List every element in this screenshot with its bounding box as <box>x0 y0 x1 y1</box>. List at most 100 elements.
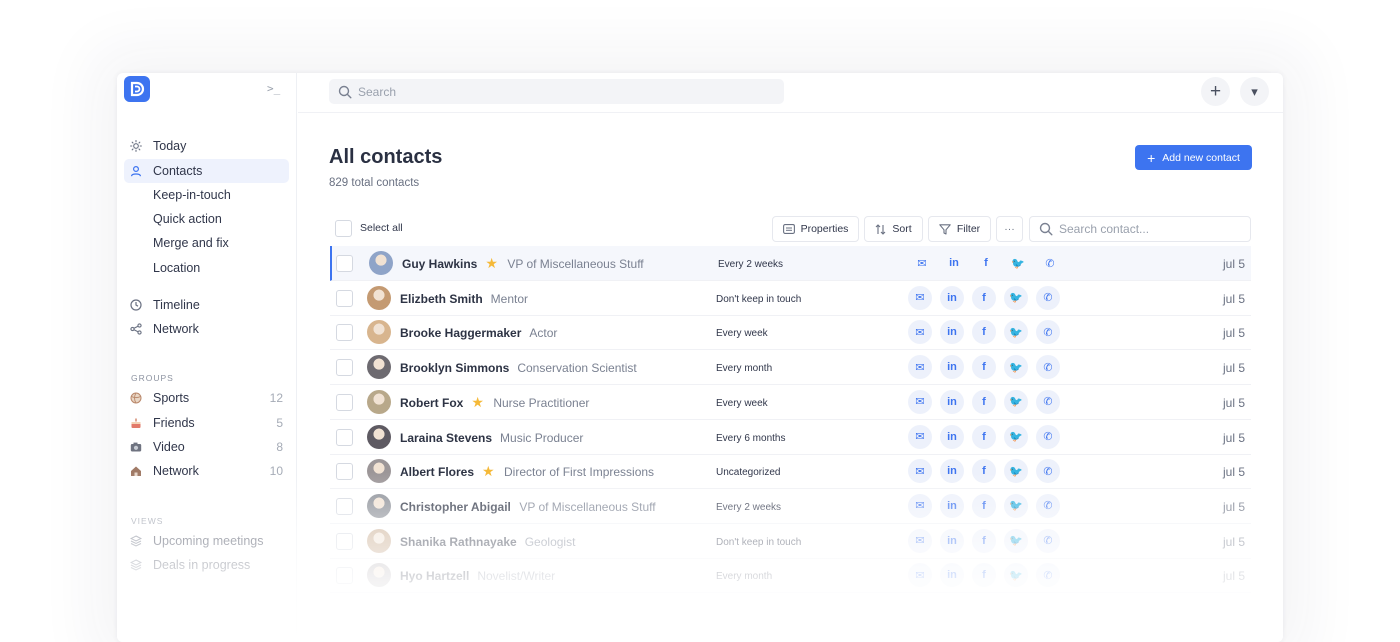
sort-button[interactable]: Sort <box>864 216 923 242</box>
whatsapp-icon[interactable]: ✆ <box>1036 459 1060 484</box>
avatar[interactable] <box>367 389 391 414</box>
facebook-icon[interactable]: f <box>972 355 996 380</box>
contact-name[interactable]: Brooklyn Simmons <box>400 361 509 375</box>
linkedin-icon[interactable]: in <box>940 459 964 484</box>
facebook-icon[interactable]: f <box>972 424 996 449</box>
twitter-icon[interactable]: 🐦 <box>1004 459 1028 484</box>
contact-name[interactable]: Robert Fox <box>400 396 463 410</box>
contact-name[interactable]: Christopher Abigail <box>400 500 511 514</box>
twitter-icon[interactable]: 🐦 <box>1004 528 1028 553</box>
more-options-button[interactable]: ··· <box>996 216 1023 242</box>
facebook-icon[interactable]: f <box>972 459 996 484</box>
linkedin-icon[interactable]: in <box>940 355 964 380</box>
twitter-icon[interactable]: 🐦 <box>1004 285 1028 310</box>
twitter-icon[interactable]: 🐦 <box>1004 320 1028 345</box>
mail-icon[interactable]: ✉ <box>908 424 932 449</box>
row-checkbox[interactable] <box>336 289 353 307</box>
mail-icon[interactable]: ✉ <box>908 320 932 345</box>
table-row[interactable]: Christopher Abigail VP of Miscellaneous S… <box>330 489 1251 524</box>
properties-button[interactable]: Properties <box>772 216 859 242</box>
avatar[interactable] <box>367 355 391 380</box>
keep-in-touch-frequency[interactable]: Every month <box>716 363 772 374</box>
avatar[interactable] <box>367 528 391 553</box>
account-menu-button[interactable]: ▾ <box>1240 77 1269 106</box>
whatsapp-icon[interactable]: ✆ <box>1036 389 1060 414</box>
row-checkbox[interactable] <box>336 393 353 411</box>
star-icon[interactable]: ★ <box>485 256 498 270</box>
twitter-icon[interactable]: 🐦 <box>1004 355 1028 380</box>
contact-name[interactable]: Elizbeth Smith <box>400 292 483 306</box>
add-new-contact-button[interactable]: + Add new contact <box>1135 145 1252 170</box>
sidebar-item-today[interactable]: Today <box>124 134 289 158</box>
app-logo[interactable] <box>124 76 150 102</box>
keep-in-touch-frequency[interactable]: Every 2 weeks <box>718 259 783 270</box>
sidebar-item-timeline[interactable]: Timeline <box>124 293 289 317</box>
whatsapp-icon[interactable]: ✆ <box>1036 493 1060 518</box>
table-row[interactable]: Brooklyn Simmons Conservation Scientist E… <box>330 350 1251 386</box>
avatar[interactable] <box>367 285 391 310</box>
row-checkbox[interactable] <box>336 428 353 446</box>
avatar[interactable] <box>367 563 391 588</box>
sidebar-item-keep-in-touch[interactable]: Keep-in-touch <box>124 183 289 207</box>
facebook-icon[interactable]: f <box>972 320 996 345</box>
keep-in-touch-frequency[interactable]: Uncategorized <box>716 467 780 478</box>
linkedin-icon[interactable]: in <box>940 320 964 345</box>
collapse-sidebar-icon[interactable]: >_ <box>267 82 280 95</box>
keep-in-touch-frequency[interactable]: Don't keep in touch <box>716 294 801 305</box>
avatar[interactable] <box>369 251 393 275</box>
table-row[interactable]: Laraina Stevens Music Producer Every 6 mo… <box>330 420 1251 455</box>
sidebar-item-location[interactable]: Location <box>124 256 289 280</box>
contact-name[interactable]: Albert Flores <box>400 465 474 479</box>
select-all-checkbox[interactable] <box>335 220 352 237</box>
linkedin-icon[interactable]: in <box>940 563 964 588</box>
table-row[interactable]: Albert Flores ★ Director of First Impressi… <box>330 454 1251 490</box>
group-item-video[interactable]: Video 8 <box>124 435 289 459</box>
twitter-icon[interactable]: 🐦 <box>1006 251 1030 275</box>
mail-icon[interactable]: ✉ <box>908 563 932 588</box>
table-row[interactable]: Guy Hawkins ★ VP of Miscellaneous Stuff Ev… <box>330 246 1251 281</box>
sidebar-item-quick-action[interactable]: Quick action <box>124 207 289 231</box>
row-checkbox[interactable] <box>336 463 353 481</box>
linkedin-icon[interactable]: in <box>942 251 966 275</box>
facebook-icon[interactable]: f <box>974 251 998 275</box>
contact-name[interactable]: Hyo Hartzell <box>400 569 469 583</box>
avatar[interactable] <box>367 320 391 345</box>
keep-in-touch-frequency[interactable]: Every month <box>716 571 772 582</box>
mail-icon[interactable]: ✉ <box>908 528 932 553</box>
mail-icon[interactable]: ✉ <box>908 285 932 310</box>
global-search-input[interactable]: Search <box>329 79 784 104</box>
filter-button[interactable]: Filter <box>928 216 991 242</box>
whatsapp-icon[interactable]: ✆ <box>1036 355 1060 380</box>
row-checkbox[interactable] <box>336 255 353 272</box>
whatsapp-icon[interactable]: ✆ <box>1036 528 1060 553</box>
mail-icon[interactable]: ✉ <box>908 493 932 518</box>
table-row[interactable]: Brooke Haggermaker Actor Every week ✉ in f 🐦… <box>330 315 1251 351</box>
group-item-friends[interactable]: Friends 5 <box>124 411 289 435</box>
mail-icon[interactable]: ✉ <box>910 251 934 275</box>
facebook-icon[interactable]: f <box>972 528 996 553</box>
linkedin-icon[interactable]: in <box>940 493 964 518</box>
linkedin-icon[interactable]: in <box>940 285 964 310</box>
star-icon[interactable]: ★ <box>482 464 495 478</box>
facebook-icon[interactable]: f <box>972 389 996 414</box>
keep-in-touch-frequency[interactable]: Every 6 months <box>716 433 785 444</box>
search-contact-input[interactable]: Search contact... <box>1029 216 1251 242</box>
keep-in-touch-frequency[interactable]: Every week <box>716 398 768 409</box>
row-checkbox[interactable] <box>336 497 353 515</box>
star-icon[interactable]: ★ <box>471 395 484 409</box>
mail-icon[interactable]: ✉ <box>908 459 932 484</box>
avatar[interactable] <box>367 459 391 484</box>
keep-in-touch-frequency[interactable]: Every week <box>716 328 768 339</box>
contact-name[interactable]: Brooke Haggermaker <box>400 326 521 340</box>
avatar[interactable] <box>367 493 391 518</box>
table-row[interactable]: Hyo Hartzell Novelist/Writer Every month … <box>330 558 1251 594</box>
group-item-network[interactable]: Network 10 <box>124 459 289 483</box>
linkedin-icon[interactable]: in <box>940 528 964 553</box>
table-row[interactable]: Robert Fox ★ Nurse Practitioner Every week… <box>330 385 1251 420</box>
whatsapp-icon[interactable]: ✆ <box>1038 251 1062 275</box>
add-button[interactable]: + <box>1201 77 1230 106</box>
facebook-icon[interactable]: f <box>972 285 996 310</box>
contact-name[interactable]: Guy Hawkins <box>402 257 477 271</box>
contact-name[interactable]: Shanika Rathnayake <box>400 535 517 549</box>
whatsapp-icon[interactable]: ✆ <box>1036 320 1060 345</box>
